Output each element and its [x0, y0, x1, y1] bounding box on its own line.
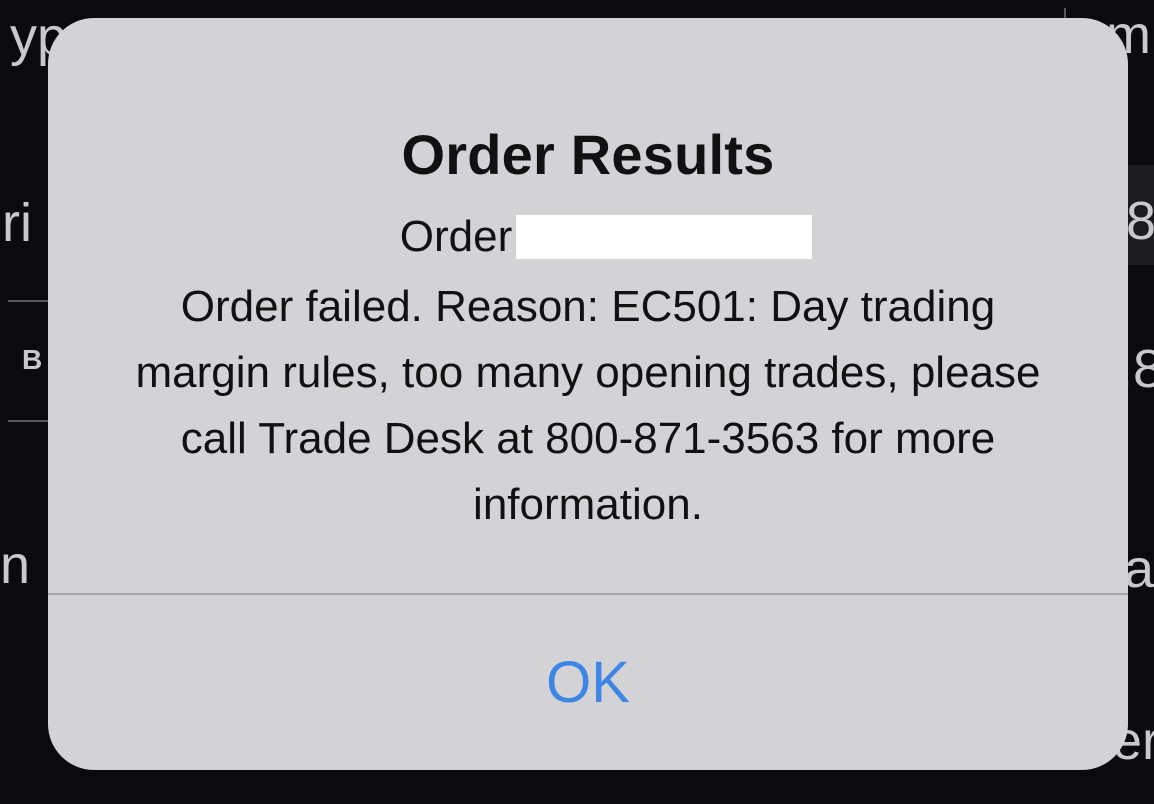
background-label: ri: [2, 193, 32, 253]
alert-body: Order Results Order Order failed. Reason…: [48, 18, 1128, 593]
background-label: n: [0, 535, 31, 595]
background-divider: [8, 420, 48, 422]
ok-button[interactable]: OK: [48, 595, 1128, 770]
order-line: Order: [48, 212, 1128, 262]
background-divider: [8, 300, 48, 302]
app-screen: yp ri B n m 8 .8 a er Order Results Orde…: [0, 0, 1154, 804]
background-label: 8: [1126, 191, 1154, 251]
background-label: a: [1124, 539, 1154, 599]
alert-message: Order failed. Reason: EC501: Day trading…: [135, 282, 1041, 529]
order-results-alert: Order Results Order Order failed. Reason…: [48, 18, 1128, 770]
order-id-redacted: [516, 215, 813, 259]
alert-title: Order Results: [401, 123, 775, 186]
order-label: Order: [399, 212, 513, 261]
background-label: B: [22, 344, 43, 375]
